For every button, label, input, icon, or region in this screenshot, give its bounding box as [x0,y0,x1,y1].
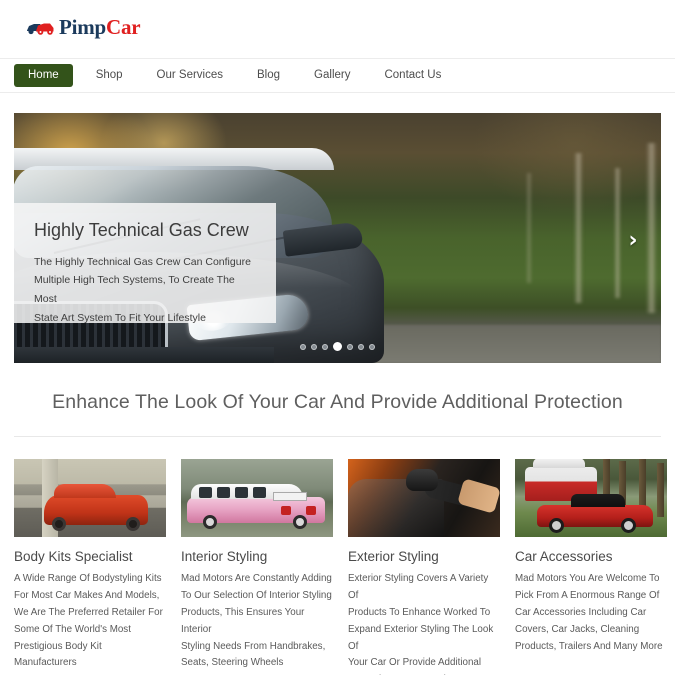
car-logo-icon [26,18,56,36]
service-card-text-line: Seats, Steering Wheels [181,657,284,669]
nav-item-shop[interactable]: Shop [79,69,140,82]
service-card-text-line: Car Accessories Including Car [515,606,647,618]
site-header: PimpCar [0,0,675,58]
slider-dot[interactable] [369,344,375,350]
service-card-text-line: We Are The Preferred Retailer For [14,606,163,618]
service-card-text-line: Styling Needs From Handbrakes, [181,640,326,652]
service-card-title: Interior Styling [181,549,268,564]
hero-section: Highly Technical Gas Crew The Highly Tec… [0,93,675,363]
service-card-text-line: Covers, Car Jacks, Cleaning [515,623,640,635]
page-root: PimpCar Home Shop Our Services Blog Gall… [0,0,675,675]
nav-item-our-services[interactable]: Our Services [140,69,240,82]
service-card-text-line: For Most Car Makes And Models, [14,590,160,602]
hero-tree-decor [526,173,532,283]
main-navigation: Home Shop Our Services Blog Gallery Cont… [0,58,675,93]
slider-dot[interactable] [347,344,353,350]
service-card-title: Exterior Styling [348,549,439,564]
slider-dot[interactable] [322,344,328,350]
service-card-title: Car Accessories [515,549,613,564]
hero-text-line-1: The Highly Technical Gas Crew Can Config… [34,255,251,268]
hero-slider[interactable]: Highly Technical Gas Crew The Highly Tec… [14,113,661,363]
slider-dot[interactable] [311,344,317,350]
service-card-image [181,459,333,537]
hero-text-line-2: Multiple High Tech Systems, To Create Th… [34,274,235,306]
service-card-text-line: Exterior Styling Covers A Variety Of [348,573,489,602]
nav-item-home[interactable]: Home [14,63,73,88]
slider-dot-active[interactable] [333,342,342,351]
hero-tree-decor [646,143,657,313]
service-card-text-line: Products, Trailers And Many More [515,640,663,652]
hero-caption-box: Highly Technical Gas Crew The Highly Tec… [14,203,276,324]
hero-tree-decor [574,153,583,303]
service-card-image [515,459,667,537]
nav-item-gallery[interactable]: Gallery [297,69,367,82]
section-heading: Enhance The Look Of Your Car And Provide… [52,391,623,413]
service-card[interactable]: Body Kits Specialist A Wide Range Of Bod… [14,459,166,675]
site-logo[interactable]: PimpCar [26,14,675,40]
slider-pagination [14,342,661,351]
hero-tree-decor [614,168,621,298]
logo-text-primary: Pimp [59,14,107,39]
slider-dot[interactable] [300,344,306,350]
service-card-text-line: Products To Enhance Worked To [348,606,491,618]
service-card-image [14,459,166,537]
nav-item-blog[interactable]: Blog [240,69,297,82]
logo-text-accent: Car [106,14,141,39]
hero-text-line-3: State Art System To Fit Your Lifestyle [34,311,206,324]
service-card-title: Body Kits Specialist [14,549,133,564]
nav-list: Home Shop Our Services Blog Gallery Cont… [14,59,458,92]
service-card-text-line: Prestigious Body Kit Manufacturers [14,640,102,669]
service-card-text-line: Mad Motors Are Constantly Adding [181,573,332,585]
service-card-text-line: Your Car Or Provide Additional [348,657,482,669]
slider-dot[interactable] [358,344,364,350]
service-card-text-line: To Our Selection Of Interior Styling [181,590,332,602]
service-card-text-line: A Wide Range Of Bodystyling Kits [14,573,162,585]
hero-title: Highly Technical Gas Crew [34,220,249,240]
service-card-text-line: Some Of The World's Most [14,623,131,635]
slider-next-arrow-icon[interactable]: › [623,230,643,253]
service-card-image [348,459,500,537]
service-card-text-line: Mad Motors You Are Welcome To [515,573,660,585]
service-card-text-line: Expand Exterior Styling The Look Of [348,623,494,652]
nav-item-contact-us[interactable]: Contact Us [367,69,458,82]
service-card[interactable]: Interior Styling Mad Motors Are Constant… [181,459,333,675]
service-card-text-line: Products, This Ensures Your Interior [181,606,305,635]
service-card[interactable]: Exterior Styling Exterior Styling Covers… [348,459,500,675]
service-card-text-line: Pick From A Enormous Range Of [515,590,660,602]
service-card[interactable]: Car Accessories Mad Motors You Are Welco… [515,459,667,675]
services-card-grid: Body Kits Specialist A Wide Range Of Bod… [0,437,675,675]
